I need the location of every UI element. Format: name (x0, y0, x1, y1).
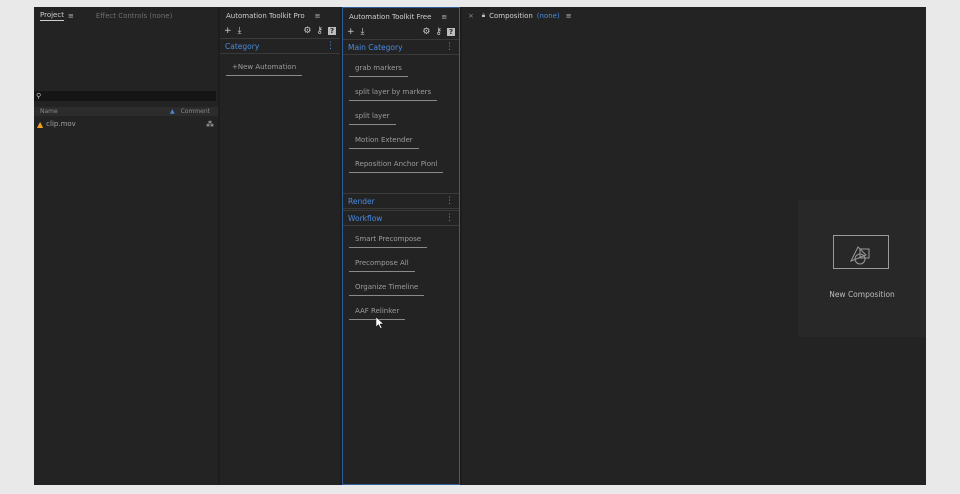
composition-tabbar: × 🔒︎ Composition (none) ≡ (462, 7, 926, 24)
help-icon[interactable]: ? (447, 28, 455, 36)
close-icon[interactable]: × (468, 12, 474, 20)
new-composition-button[interactable]: New Composition (798, 200, 926, 337)
pro-tabbar: Automation Toolkit Pro ≡ (220, 7, 340, 24)
precompose-all-button[interactable]: Precompose All (349, 256, 415, 272)
main-category-header[interactable]: Main Category ⋮ (343, 39, 459, 55)
split-layer-by-markers-button[interactable]: split layer by markers (349, 85, 438, 101)
automation-toolkit-free-panel: Automation Toolkit Free ≡ + ⤓ ⚙ ⚷ ? Main… (342, 7, 460, 485)
pro-button-list: +New Automation (220, 54, 340, 88)
automation-toolkit-pro-panel: Automation Toolkit Pro ≡ + ⤓ ⚙ ⚷ ? Categ… (220, 7, 340, 485)
project-item-row[interactable]: ▲ clip.mov ⁂ (34, 119, 218, 129)
split-layer-button[interactable]: split layer (349, 109, 396, 125)
reposition-anchor-point-button[interactable]: Reposition Anchor Pionl (349, 157, 444, 173)
download-icon[interactable]: ⤓ (238, 26, 242, 36)
new-automation-button[interactable]: +New Automation (226, 60, 303, 76)
tab-composition[interactable]: × 🔒︎ Composition (none) ≡ (462, 12, 578, 20)
project-tabbar: Project ≡ Effect Controls (none) (34, 7, 218, 24)
column-comment[interactable]: Comment (181, 108, 210, 115)
pro-tab-label: Automation Toolkit Pro (226, 11, 305, 20)
footage-icon: ▲ (37, 119, 44, 129)
workflow-header[interactable]: Workflow ⋮ (343, 210, 459, 226)
composition-panel: × 🔒︎ Composition (none) ≡ New Compositio… (462, 7, 926, 485)
key-icon[interactable]: ⚷ (316, 26, 323, 36)
free-tabbar: Automation Toolkit Free ≡ (343, 8, 459, 25)
tab-automation-toolkit-pro[interactable]: Automation Toolkit Pro ≡ (220, 12, 327, 20)
category-label: Category (225, 41, 260, 51)
project-column-headers: Name ▲ Comment (34, 107, 218, 116)
project-search-input[interactable]: ⚲ (34, 91, 216, 101)
sort-up-icon[interactable]: ▲ (170, 108, 175, 115)
main-category-buttons: grab markers split layer by markers spli… (343, 55, 459, 185)
composition-tab-label: Composition (489, 11, 533, 20)
grab-markers-button[interactable]: grab markers (349, 61, 408, 77)
help-icon[interactable]: ? (328, 27, 336, 35)
key-icon[interactable]: ⚷ (435, 27, 442, 37)
pro-toolbar: + ⤓ ⚙ ⚷ ? (220, 24, 340, 38)
lock-icon[interactable]: 🔒︎ (482, 12, 485, 20)
add-icon[interactable]: + (347, 27, 355, 37)
add-icon[interactable]: + (224, 26, 232, 36)
more-vertical-icon[interactable]: ⋮ (445, 196, 454, 206)
mouse-cursor-icon (376, 317, 384, 329)
panel-menu-icon[interactable]: ≡ (315, 12, 321, 20)
workflow-label: Workflow (348, 213, 383, 223)
main-category-label: Main Category (348, 42, 403, 52)
panel-menu-icon[interactable]: ≡ (441, 13, 447, 21)
free-toolbar: + ⤓ ⚙ ⚷ ? (343, 25, 459, 39)
more-vertical-icon[interactable]: ⋮ (445, 213, 454, 223)
tab-effect-controls[interactable]: Effect Controls (none) (90, 12, 178, 20)
panel-menu-icon[interactable]: ≡ (68, 12, 74, 20)
tab-automation-toolkit-free[interactable]: Automation Toolkit Free ≡ (343, 13, 453, 21)
tab-project[interactable]: Project ≡ (34, 11, 80, 21)
dependencies-icon[interactable]: ⁂ (206, 120, 214, 129)
panel-menu-icon[interactable]: ≡ (566, 12, 572, 20)
gear-icon[interactable]: ⚙ (303, 26, 311, 36)
composition-tab-none: (none) (536, 11, 560, 20)
new-composition-label: New Composition (829, 290, 895, 299)
more-vertical-icon[interactable]: ⋮ (445, 42, 454, 52)
project-item-name: clip.mov (46, 120, 76, 128)
pro-category-header[interactable]: Category ⋮ (220, 38, 340, 54)
tab-effect-controls-label: Effect Controls (none) (95, 11, 173, 20)
workflow-buttons: Smart Precompose Precompose All Organize… (343, 226, 459, 332)
tab-project-label: Project (40, 10, 64, 21)
search-icon: ⚲ (36, 92, 42, 100)
render-label: Render (348, 196, 375, 206)
organize-timeline-button[interactable]: Organize Timeline (349, 280, 425, 296)
motion-extender-button[interactable]: Motion Extender (349, 133, 419, 149)
download-icon[interactable]: ⤓ (361, 27, 365, 37)
smart-precompose-button[interactable]: Smart Precompose (349, 232, 428, 248)
render-header[interactable]: Render ⋮ (343, 193, 459, 209)
more-vertical-icon[interactable]: ⋮ (326, 41, 335, 51)
gear-icon[interactable]: ⚙ (422, 27, 430, 37)
project-panel: Project ≡ Effect Controls (none) ⚲ Name … (34, 7, 218, 485)
after-effects-window: Project ≡ Effect Controls (none) ⚲ Name … (34, 7, 926, 485)
composition-icon (833, 235, 889, 269)
free-tab-label: Automation Toolkit Free (349, 12, 432, 21)
column-name[interactable]: Name (40, 108, 58, 115)
